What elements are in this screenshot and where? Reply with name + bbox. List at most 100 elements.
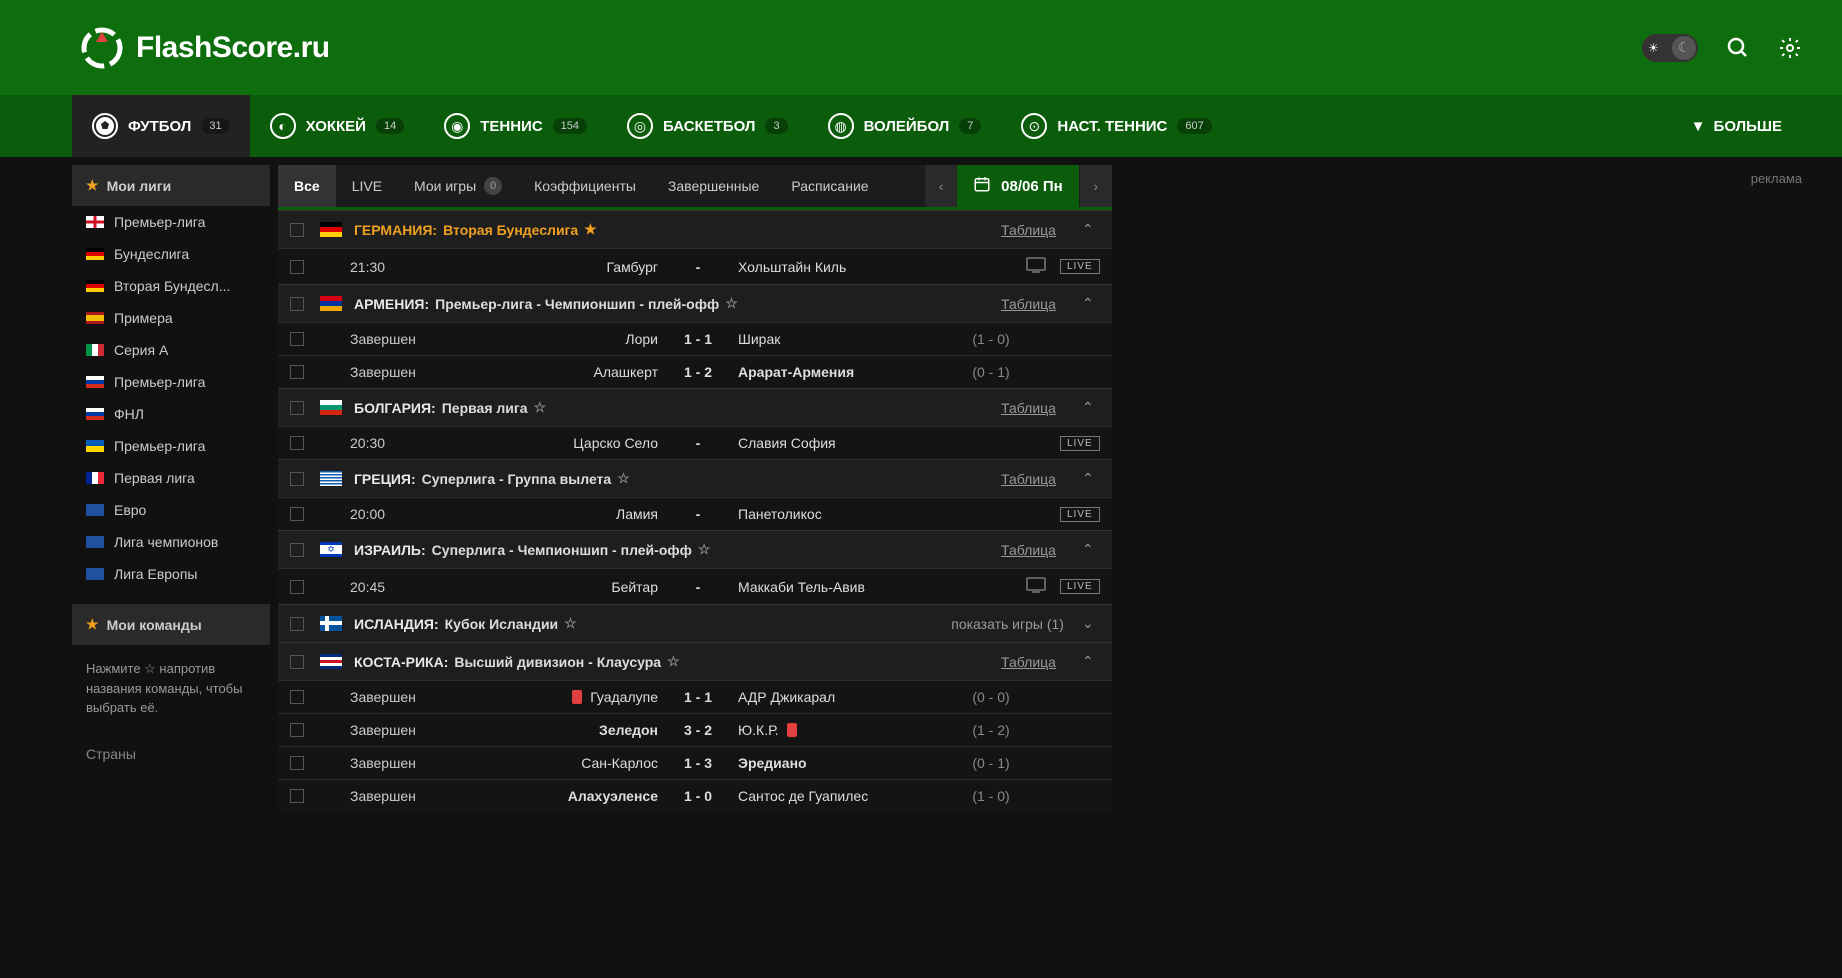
league-item[interactable]: Лига Европы xyxy=(72,558,270,590)
competition-title[interactable]: КОСТА-РИКА: Высший дивизион - Клаусура ☆ xyxy=(354,653,1001,670)
filter-tab-Мои игры[interactable]: Мои игры0 xyxy=(398,165,518,207)
league-item[interactable]: Премьер-лига xyxy=(72,366,270,398)
checkbox[interactable] xyxy=(290,756,304,770)
checkbox[interactable] xyxy=(290,655,304,669)
date-prev[interactable]: ‹ xyxy=(925,165,957,207)
chevron-up-icon[interactable]: ⌃ xyxy=(1076,221,1100,238)
filter-tab-Расписание[interactable]: Расписание xyxy=(775,165,884,207)
checkbox[interactable] xyxy=(290,260,304,274)
match-row[interactable]: Завершен Алахуэленсе 1 - 0 Сантос де Гуа… xyxy=(278,779,1112,812)
match-row[interactable]: Завершен Алашкерт 1 - 2 Арарат-Армения (… xyxy=(278,355,1112,388)
table-link[interactable]: Таблица xyxy=(1001,222,1056,238)
competition-title[interactable]: ГЕРМАНИЯ: Вторая Бундеслига ★ xyxy=(354,221,1001,238)
table-link[interactable]: Таблица xyxy=(1001,296,1056,312)
league-name: Лига Европы xyxy=(114,566,197,582)
filter-tab-Завершенные[interactable]: Завершенные xyxy=(652,165,775,207)
competition-title[interactable]: ИСЛАНДИЯ: Кубок Исландии ☆ xyxy=(354,615,951,632)
competition-header: ИЗРАИЛЬ: Суперлига - Чемпионшип - плей-о… xyxy=(278,530,1112,568)
date-display[interactable]: 08/06 Пн xyxy=(957,165,1079,207)
star-icon[interactable]: ☆ xyxy=(534,399,547,416)
star-icon[interactable]: ☆ xyxy=(617,470,630,487)
live-badge[interactable]: LIVE xyxy=(1060,579,1100,594)
league-item[interactable]: Премьер-лига xyxy=(72,206,270,238)
competition-title[interactable]: ИЗРАИЛЬ: Суперлига - Чемпионшип - плей-о… xyxy=(354,541,1001,558)
match-row[interactable]: Завершен Сан-Карлос 1 - 3 Эредиано (0 - … xyxy=(278,746,1112,779)
chevron-up-icon[interactable]: ⌃ xyxy=(1076,295,1100,312)
sport-tab-баскетбол[interactable]: ◎БАСКЕТБОЛ3 xyxy=(607,95,808,157)
checkbox[interactable] xyxy=(290,580,304,594)
star-icon[interactable]: ☆ xyxy=(698,541,711,558)
match-row[interactable]: 20:45 Бейтар - Маккаби Тель-Авив LIVE xyxy=(278,568,1112,604)
checkbox[interactable] xyxy=(290,507,304,521)
my-teams-header[interactable]: ★ Мои команды xyxy=(72,604,270,645)
show-games-link[interactable]: показать игры (1) xyxy=(951,616,1064,632)
match-row[interactable]: 20:30 Царско Село - Славия София LIVE xyxy=(278,426,1112,459)
competition-title[interactable]: БОЛГАРИЯ: Первая лига ☆ xyxy=(354,399,1001,416)
match-row[interactable]: 20:00 Ламия - Панетоликос LIVE xyxy=(278,497,1112,530)
tv-icon[interactable] xyxy=(1026,257,1046,276)
gear-icon[interactable] xyxy=(1778,36,1802,60)
match-row[interactable]: Завершен Лори 1 - 1 Ширак (1 - 0) xyxy=(278,322,1112,355)
filter-tab-Все[interactable]: Все xyxy=(278,165,336,207)
countries-header[interactable]: Страны xyxy=(72,732,270,766)
league-item[interactable]: Серия А xyxy=(72,334,270,366)
more-button[interactable]: ▼ БОЛЬШЕ xyxy=(1671,95,1802,157)
table-link[interactable]: Таблица xyxy=(1001,471,1056,487)
sport-tab-наст. теннис[interactable]: ⊙НАСТ. ТЕННИС607 xyxy=(1001,95,1231,157)
tv-icon[interactable] xyxy=(1026,577,1046,596)
league-item[interactable]: Бундеслига xyxy=(72,238,270,270)
competition-title[interactable]: АРМЕНИЯ: Премьер-лига - Чемпионшип - пле… xyxy=(354,295,1001,312)
star-icon[interactable]: ☆ xyxy=(725,295,738,312)
checkbox[interactable] xyxy=(290,617,304,631)
sport-tab-хоккей[interactable]: ◐ХОККЕЙ14 xyxy=(250,95,425,157)
match-row[interactable]: Завершен Гуадалупе 1 - 1 АДР Джикарал (0… xyxy=(278,680,1112,713)
league-name: Первая лига xyxy=(114,470,195,486)
league-item[interactable]: Вторая Бундесл... xyxy=(72,270,270,302)
theme-toggle[interactable]: ☀ ☾ xyxy=(1642,34,1698,62)
league-item[interactable]: Примера xyxy=(72,302,270,334)
sport-tab-футбол[interactable]: ФУТБОЛ31 xyxy=(72,95,250,157)
date-next[interactable]: › xyxy=(1080,165,1112,207)
table-link[interactable]: Таблица xyxy=(1001,400,1056,416)
league-item[interactable]: Премьер-лига xyxy=(72,430,270,462)
competition-title[interactable]: ГРЕЦИЯ: Суперлига - Группа вылета ☆ xyxy=(354,470,1001,487)
checkbox[interactable] xyxy=(290,401,304,415)
checkbox[interactable] xyxy=(290,543,304,557)
checkbox[interactable] xyxy=(290,332,304,346)
league-item[interactable]: Первая лига xyxy=(72,462,270,494)
search-icon[interactable] xyxy=(1726,36,1750,60)
checkbox[interactable] xyxy=(290,789,304,803)
table-link[interactable]: Таблица xyxy=(1001,654,1056,670)
match-row[interactable]: Завершен Зеледон 3 - 2 Ю.К.Р. (1 - 2) xyxy=(278,713,1112,746)
match-row[interactable]: 21:30 Гамбург - Хольштайн Киль LIVE xyxy=(278,248,1112,284)
league-item[interactable]: Евро xyxy=(72,494,270,526)
filter-tab-Коэффициенты[interactable]: Коэффициенты xyxy=(518,165,652,207)
logo[interactable]: FlashScore.ru xyxy=(80,26,330,70)
checkbox[interactable] xyxy=(290,436,304,450)
checkbox[interactable] xyxy=(290,365,304,379)
chevron-up-icon[interactable]: ⌃ xyxy=(1076,470,1100,487)
live-badge[interactable]: LIVE xyxy=(1060,507,1100,522)
checkbox[interactable] xyxy=(290,223,304,237)
star-icon[interactable]: ★ xyxy=(584,221,597,238)
checkbox[interactable] xyxy=(290,723,304,737)
sport-tab-волейбол[interactable]: ◍ВОЛЕЙБОЛ7 xyxy=(808,95,1002,157)
sport-tab-теннис[interactable]: ◉ТЕННИС154 xyxy=(424,95,607,157)
star-icon[interactable]: ☆ xyxy=(667,653,680,670)
live-badge[interactable]: LIVE xyxy=(1060,259,1100,274)
filter-tab-LIVE[interactable]: LIVE xyxy=(336,165,398,207)
chevron-up-icon[interactable]: ⌃ xyxy=(1076,653,1100,670)
my-leagues-header[interactable]: ★ Мои лиги xyxy=(72,165,270,206)
league-item[interactable]: Лига чемпионов xyxy=(72,526,270,558)
checkbox[interactable] xyxy=(290,472,304,486)
checkbox[interactable] xyxy=(290,690,304,704)
chevron-up-icon[interactable]: ⌃ xyxy=(1076,399,1100,416)
live-badge[interactable]: LIVE xyxy=(1060,436,1100,451)
table-link[interactable]: Таблица xyxy=(1001,542,1056,558)
chevron-up-icon[interactable]: ⌃ xyxy=(1076,541,1100,558)
chevron-down-icon[interactable]: ⌄ xyxy=(1076,615,1100,632)
filter-label: Завершенные xyxy=(668,178,759,194)
star-icon[interactable]: ☆ xyxy=(564,615,577,632)
checkbox[interactable] xyxy=(290,297,304,311)
league-item[interactable]: ФНЛ xyxy=(72,398,270,430)
